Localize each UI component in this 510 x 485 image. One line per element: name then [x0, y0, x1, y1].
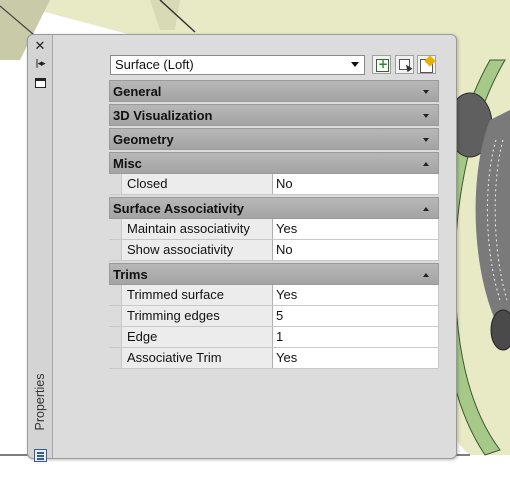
- chevron-down-icon[interactable]: [423, 138, 429, 142]
- chevron-down-icon[interactable]: [351, 62, 359, 67]
- property-row-closed[interactable]: Closed No: [109, 174, 439, 195]
- property-name: Associative Trim: [121, 348, 273, 368]
- property-value[interactable]: No: [273, 174, 439, 194]
- category-label: General: [113, 84, 162, 99]
- category-label: Misc: [113, 156, 142, 171]
- category-trims[interactable]: Trims: [109, 263, 439, 285]
- category-geometry[interactable]: Geometry: [109, 128, 439, 150]
- category-label: Trims: [113, 267, 148, 282]
- property-grid: General 3D Visualization Geometry Misc C…: [109, 80, 439, 369]
- property-value[interactable]: 1: [273, 327, 439, 347]
- palette-title-bar[interactable]: ✕ |◂▸ Properties: [28, 35, 53, 462]
- category-general[interactable]: General: [109, 80, 439, 102]
- object-type-value: Surface (Loft): [115, 57, 194, 72]
- category-label: Geometry: [113, 132, 174, 147]
- property-row-associative-trim[interactable]: Associative Trim Yes: [109, 348, 439, 369]
- category-label: Surface Associativity: [113, 201, 245, 216]
- category-3d-visualization[interactable]: 3D Visualization: [109, 104, 439, 126]
- chevron-up-icon[interactable]: [423, 273, 429, 277]
- object-type-dropdown[interactable]: Surface (Loft): [110, 55, 365, 75]
- property-name: Trimmed surface: [121, 285, 273, 305]
- property-value[interactable]: Yes: [273, 219, 439, 239]
- property-value[interactable]: No: [273, 240, 439, 260]
- category-surface-associativity[interactable]: Surface Associativity: [109, 197, 439, 219]
- palette-title: Properties: [33, 373, 47, 431]
- property-name: Trimming edges: [121, 306, 273, 326]
- quick-select-icon[interactable]: [417, 55, 436, 74]
- property-value[interactable]: Yes: [273, 285, 439, 305]
- property-value[interactable]: 5: [273, 306, 439, 326]
- chevron-up-icon[interactable]: [423, 162, 429, 166]
- category-label: 3D Visualization: [113, 108, 213, 123]
- property-row-maintain-associativity[interactable]: Maintain associativity Yes: [109, 219, 439, 240]
- properties-menu-icon[interactable]: [32, 76, 48, 90]
- pickadd-toggle-icon[interactable]: [372, 55, 391, 74]
- property-name: Maintain associativity: [121, 219, 273, 239]
- property-row-trimmed-surface[interactable]: Trimmed surface Yes: [109, 285, 439, 306]
- palette-icon: [34, 449, 47, 462]
- category-misc[interactable]: Misc: [109, 152, 439, 174]
- property-name: Edge: [121, 327, 273, 347]
- property-value[interactable]: Yes: [273, 348, 439, 368]
- close-icon[interactable]: ✕: [32, 40, 48, 54]
- select-objects-icon[interactable]: [395, 55, 414, 74]
- property-name: Show associativity: [121, 240, 273, 260]
- property-row-show-associativity[interactable]: Show associativity No: [109, 240, 439, 261]
- chevron-up-icon[interactable]: [423, 207, 429, 211]
- auto-hide-icon[interactable]: |◂▸: [32, 57, 48, 71]
- palette-content: Surface (Loft) General 3D Visualization …: [56, 35, 456, 458]
- property-name: Closed: [121, 174, 273, 194]
- chevron-down-icon[interactable]: [423, 114, 429, 118]
- property-row-edge[interactable]: Edge 1: [109, 327, 439, 348]
- chevron-down-icon[interactable]: [423, 90, 429, 94]
- property-row-trimming-edges[interactable]: Trimming edges 5: [109, 306, 439, 327]
- properties-palette: ✕ |◂▸ Properties Surface (Loft) General …: [27, 34, 457, 462]
